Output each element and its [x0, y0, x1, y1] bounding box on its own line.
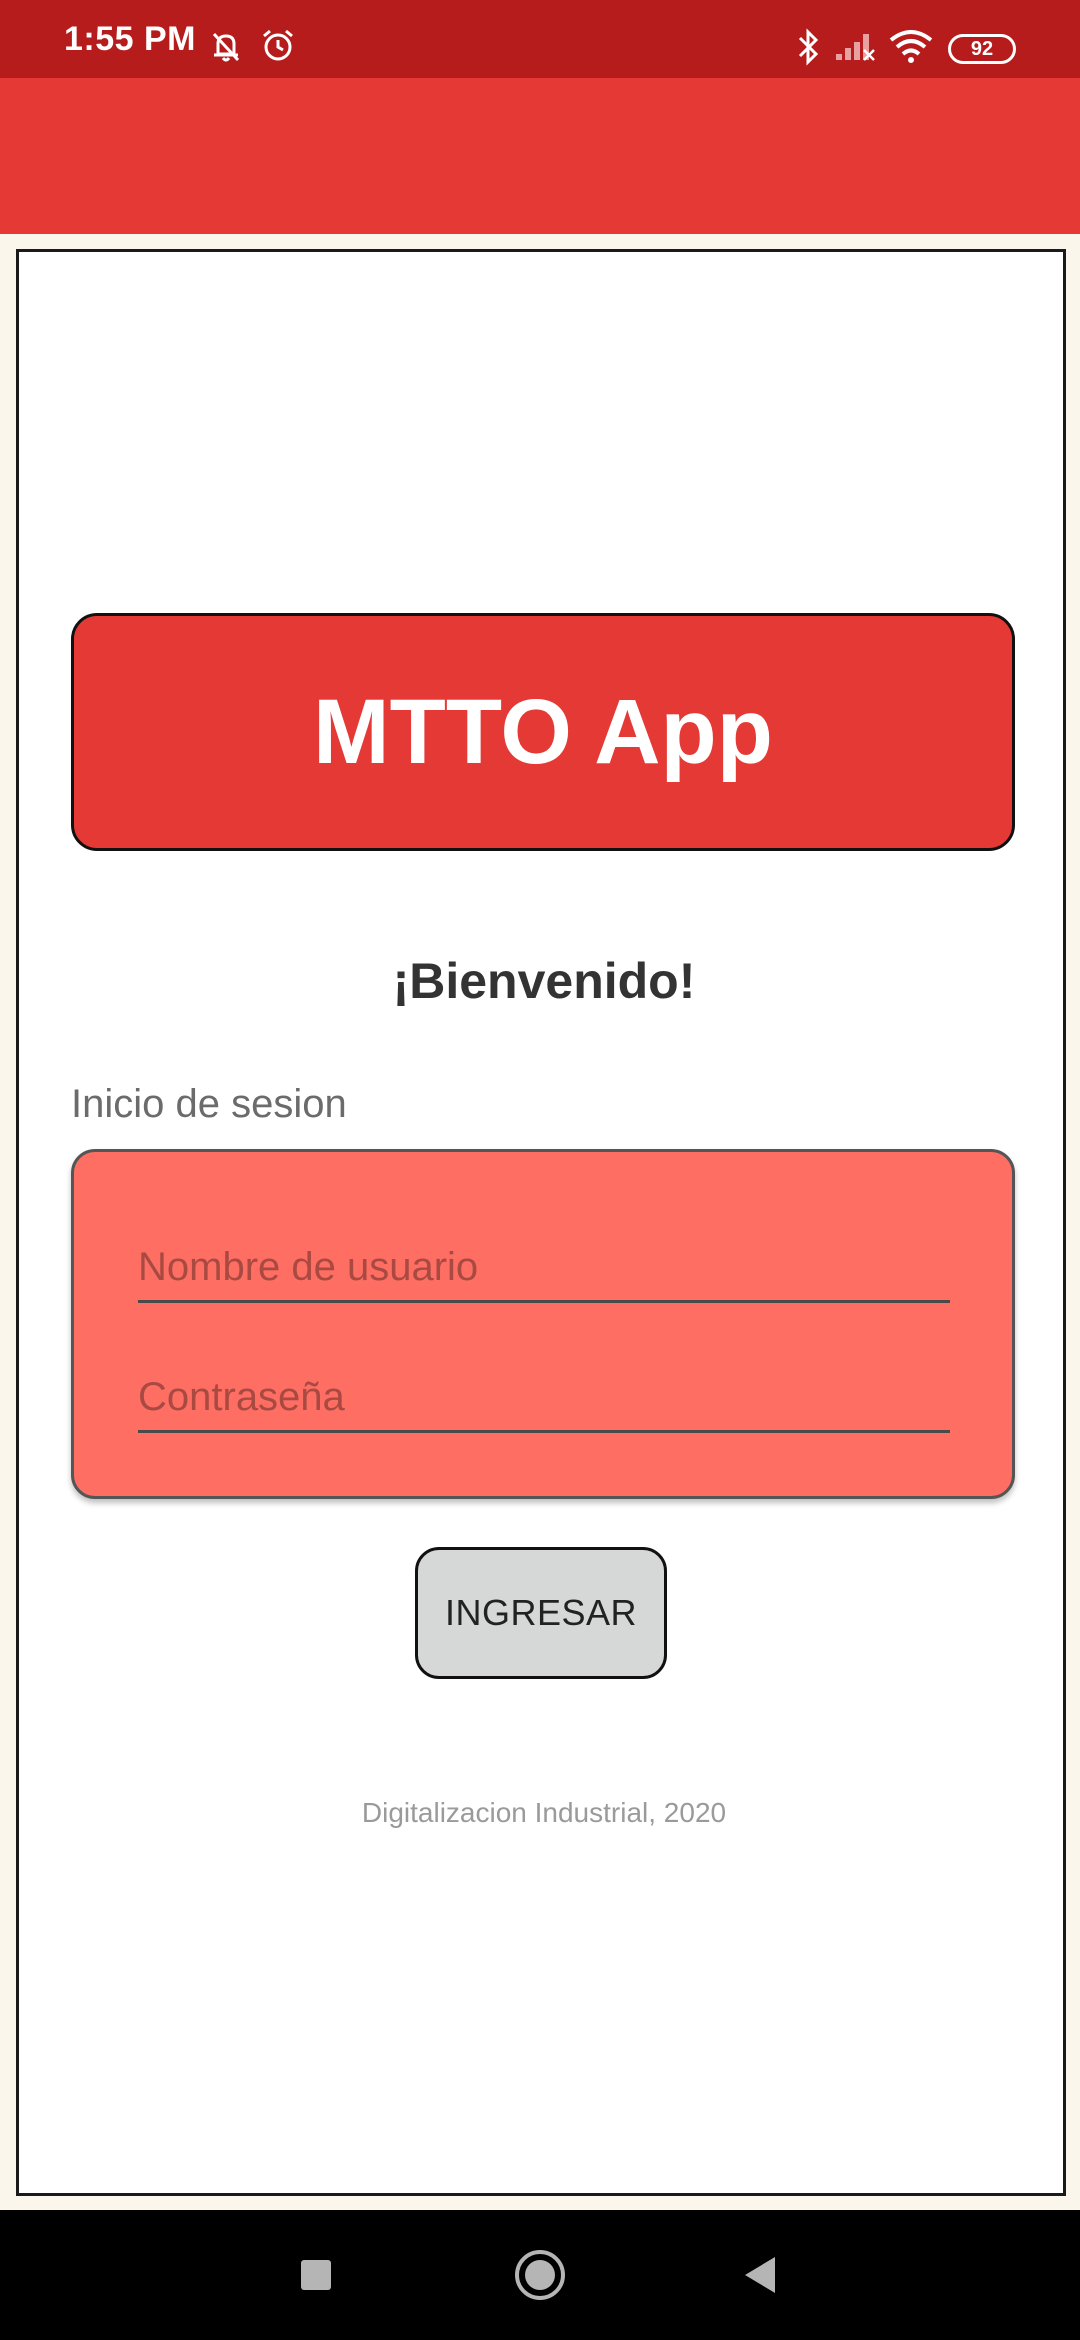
- alarm-icon: [260, 28, 296, 69]
- battery-icon: 92: [948, 34, 1016, 64]
- password-input[interactable]: [138, 1359, 950, 1430]
- wifi-icon: [888, 28, 934, 69]
- title-banner: MTTO App: [71, 613, 1015, 851]
- login-section-label: Inicio de sesion: [71, 1082, 347, 1126]
- login-button[interactable]: INGRESAR: [415, 1547, 667, 1679]
- app-bar: [0, 78, 1080, 234]
- status-time: 1:55 PM: [64, 20, 196, 58]
- status-bar: 1:55 PM 92: [0, 0, 1080, 78]
- navigation-bar: [0, 2210, 1080, 2340]
- footer-text: Digitalizacion Industrial, 2020: [361, 1797, 727, 1828]
- signal-icon: [834, 28, 876, 69]
- login-content: MTTO App ¡Bienvenido! Inicio de sesion I…: [16, 249, 1066, 2196]
- username-input[interactable]: [138, 1229, 950, 1300]
- app-title: MTTO App: [313, 680, 773, 783]
- bluetooth-icon: [794, 28, 824, 71]
- mute-bell-icon: [208, 28, 244, 69]
- username-field-container: [138, 1229, 950, 1303]
- password-field-container: [138, 1359, 950, 1433]
- back-icon[interactable]: [700, 2210, 820, 2340]
- welcome-heading: ¡Bienvenido!: [392, 953, 696, 1009]
- recents-icon[interactable]: [256, 2210, 376, 2340]
- home-icon[interactable]: [480, 2210, 600, 2340]
- login-form: [71, 1149, 1015, 1499]
